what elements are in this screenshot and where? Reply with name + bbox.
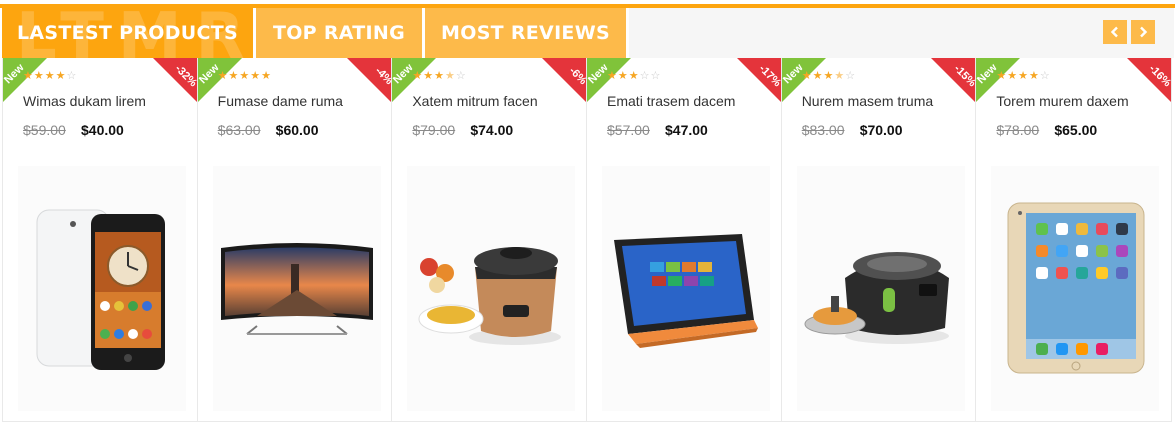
product-card[interactable]: New -16% ★ ★ ★ ★ ☆ Torem murem daxem $78.00 … [976, 58, 1172, 421]
old-price: $63.00 [217, 122, 261, 138]
carousel-prev-button[interactable] [1103, 20, 1127, 44]
tab-bar-background [629, 8, 1174, 58]
star-icon: ★ [1018, 69, 1028, 82]
star-icon: ★ [33, 69, 44, 82]
star-icon: ☆ [1039, 69, 1050, 82]
star-icon: ★ [250, 69, 261, 82]
discount-badge: -17% [733, 58, 781, 106]
star-icon: ★ [412, 69, 423, 82]
tab-top-rating[interactable]: TOP RATING [256, 8, 422, 58]
star-icon: ★ [834, 69, 845, 82]
sale-price: $70.00 [859, 122, 903, 138]
star-icon: ☆ [455, 69, 466, 82]
rating-stars: ★ ★ ★ ★ ★ [218, 70, 271, 81]
discount-badge: -32% [149, 58, 197, 106]
product-name[interactable]: Fumase dame ruma [218, 93, 343, 109]
discount-badge: -6% [538, 58, 587, 106]
tab-latest-products[interactable]: LTMR LASTEST PRODUCTS [2, 8, 253, 58]
rating-stars: ★ ★ ★ ★ ☆ [412, 70, 465, 81]
tab-most-reviews[interactable]: MOST REVIEWS [425, 8, 626, 58]
star-icon: ★ [812, 69, 823, 82]
star-icon: ★ [434, 69, 444, 82]
product-image-rice-cooker[interactable] [407, 166, 576, 411]
star-icon: ★ [1028, 69, 1039, 82]
tab-label: MOST REVIEWS [441, 22, 610, 44]
star-icon: ★ [801, 69, 812, 82]
tab-label: LASTEST PRODUCTS [17, 22, 238, 44]
product-name[interactable]: Torem murem daxem [996, 93, 1128, 109]
sale-price: $74.00 [470, 122, 514, 138]
product-image-air-fryer[interactable] [796, 166, 965, 411]
tab-label: TOP RATING [272, 22, 406, 44]
star-icon: ★ [44, 69, 55, 82]
star-icon: ★ [996, 69, 1007, 82]
chevron-right-icon [1140, 26, 1148, 38]
star-icon: ★ [617, 69, 628, 82]
star-icon: ★ [55, 69, 66, 82]
star-icon: ★ [628, 69, 639, 82]
star-icon: ★ [217, 69, 228, 82]
sale-price: $65.00 [1054, 122, 1098, 138]
product-card[interactable]: New -32% ★ ★ ★ ★ ☆ Wimas dukam lirem $59.00 … [3, 58, 198, 421]
product-card[interactable]: New -4% ★ ★ ★ ★ ★ Fumase dame ruma $63.00 $6… [197, 58, 393, 421]
star-icon: ★ [23, 69, 33, 82]
star-icon: ★ [423, 69, 434, 82]
chevron-left-icon [1110, 26, 1118, 38]
sale-price: $40.00 [81, 122, 124, 138]
star-icon: ☆ [650, 69, 661, 82]
star-icon: ★ [1007, 69, 1018, 82]
rating-stars: ★ ★ ★ ☆ ☆ [607, 70, 660, 81]
product-image-convertible-laptop[interactable] [602, 166, 771, 411]
discount-badge: -15% [927, 58, 976, 106]
product-name[interactable]: Nurem masem truma [802, 93, 933, 109]
star-icon: ☆ [639, 69, 650, 82]
old-price: $57.00 [607, 122, 650, 138]
discount-badge: -16% [1123, 58, 1172, 106]
product-grid: New -32% ★ ★ ★ ★ ☆ Wimas dukam lirem $59.00 … [2, 58, 1172, 422]
product-image-smartphone[interactable] [18, 166, 186, 411]
old-price: $78.00 [996, 122, 1040, 138]
sale-price: $60.00 [275, 122, 319, 138]
star-icon: ★ [607, 69, 617, 82]
product-card[interactable]: New -15% ★ ★ ★ ★ ☆ Nurem masem truma $83.00 … [781, 58, 977, 421]
product-tabs: LTMR LASTEST PRODUCTS TOP RATING MOST RE… [2, 8, 626, 58]
star-icon: ★ [239, 69, 250, 82]
product-image-curved-tv[interactable] [212, 166, 381, 411]
rating-stars: ★ ★ ★ ★ ☆ [996, 70, 1049, 81]
star-icon: ★ [444, 69, 455, 82]
sale-price: $47.00 [665, 122, 708, 138]
star-icon: ★ [823, 69, 834, 82]
discount-badge: -4% [343, 58, 392, 106]
old-price: $79.00 [412, 122, 456, 138]
product-image-tablet[interactable] [991, 166, 1160, 411]
star-icon: ★ [228, 69, 239, 82]
old-price: $59.00 [23, 122, 66, 138]
star-icon: ★ [261, 69, 272, 82]
rating-stars: ★ ★ ★ ★ ☆ [23, 70, 76, 81]
product-name[interactable]: Wimas dukam lirem [23, 93, 146, 109]
product-card[interactable]: New -6% ★ ★ ★ ★ ☆ Xatem mitrum facen $79.00 … [392, 58, 588, 421]
old-price: $83.00 [801, 122, 845, 138]
product-name[interactable]: Emati trasem dacem [607, 93, 735, 109]
product-name[interactable]: Xatem mitrum facen [412, 93, 537, 109]
star-icon: ☆ [845, 69, 856, 82]
star-icon: ☆ [66, 69, 77, 82]
rating-stars: ★ ★ ★ ★ ☆ [802, 70, 855, 81]
product-card[interactable]: New -17% ★ ★ ★ ☆ ☆ Emati trasem dacem $57.00… [587, 58, 782, 421]
carousel-next-button[interactable] [1131, 20, 1155, 44]
